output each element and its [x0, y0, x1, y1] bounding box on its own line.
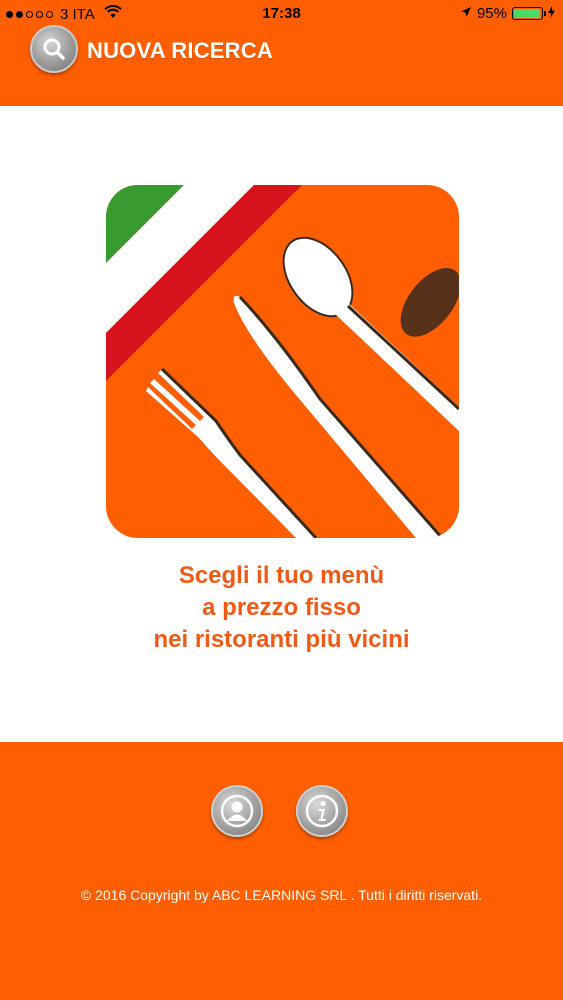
- profile-button[interactable]: [211, 785, 263, 837]
- status-right: 95%: [460, 5, 555, 22]
- copyright-text: © 2016 Copyright by ABC LEARNING SRL . T…: [80, 887, 483, 903]
- info-button[interactable]: [296, 785, 348, 837]
- user-profile-icon: [220, 794, 254, 828]
- location-arrow-icon: [460, 5, 472, 22]
- tagline-line-1: Scegli il tuo menù: [178, 562, 385, 589]
- fork-knife-spoon-logo: [106, 185, 459, 538]
- battery-fill: [514, 9, 540, 18]
- battery-icon: [512, 7, 546, 20]
- tagline: Scegli il tuo menù a prezzo fisso nei ri…: [0, 560, 563, 656]
- footer-bar: © 2016 Copyright by ABC LEARNING SRL . T…: [0, 742, 563, 1000]
- search-icon: [43, 38, 65, 60]
- charging-bolt-icon: [548, 5, 555, 22]
- header-bar: 3 ITA 17:38 95% NUOVA RICERCA: [0, 0, 563, 106]
- status-bar: 3 ITA 17:38 95%: [0, 0, 563, 28]
- page-title[interactable]: NUOVA RICERCA: [87, 38, 273, 64]
- tagline-line-3: nei ristoranti più vicini: [153, 626, 410, 653]
- battery-percent: 95%: [476, 5, 507, 22]
- info-icon: [305, 794, 339, 828]
- search-button[interactable]: [30, 25, 78, 73]
- tagline-line-2: a prezzo fisso: [202, 594, 361, 621]
